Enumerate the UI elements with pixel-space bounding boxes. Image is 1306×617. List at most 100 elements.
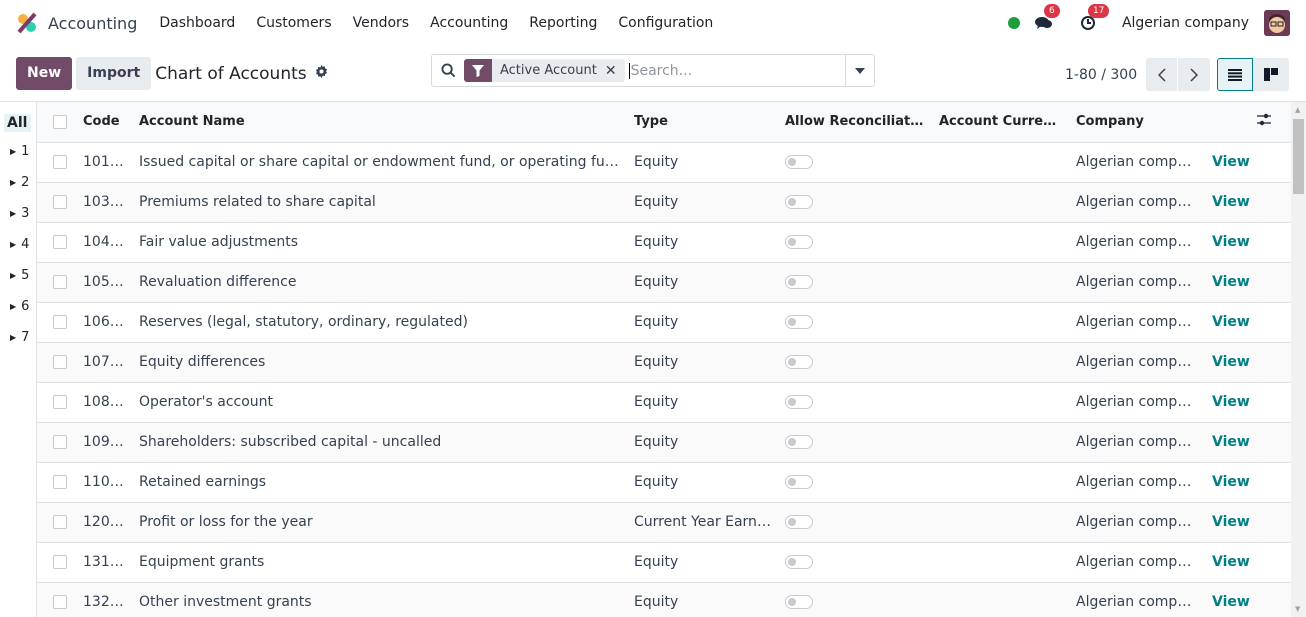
- side-panel-item[interactable]: ▶ 3: [0, 198, 36, 229]
- row-checkbox[interactable]: [53, 315, 67, 329]
- reconcile-toggle[interactable]: [785, 555, 813, 569]
- view-button[interactable]: View: [1212, 354, 1250, 370]
- row-checkbox[interactable]: [53, 195, 67, 209]
- table-row[interactable]: 1090... Shareholders: subscribed capital …: [37, 422, 1291, 463]
- company-switcher[interactable]: Algerian company: [1122, 15, 1249, 31]
- cell-currency: [932, 182, 1069, 223]
- table-row[interactable]: 1050... Revaluation difference Equity Alger…: [37, 262, 1291, 303]
- accounting-logo-icon[interactable]: [16, 12, 38, 34]
- pager-value[interactable]: 1-80 / 300: [1065, 67, 1137, 83]
- new-button[interactable]: New: [16, 57, 73, 90]
- scroll-thumb[interactable]: [1293, 119, 1304, 194]
- select-all-checkbox[interactable]: [53, 114, 67, 129]
- view-button[interactable]: View: [1212, 314, 1250, 330]
- row-checkbox[interactable]: [53, 275, 67, 289]
- menu-customers[interactable]: Customers: [256, 15, 331, 31]
- row-checkbox[interactable]: [53, 355, 67, 369]
- search-input[interactable]: [628, 62, 845, 79]
- reconcile-toggle[interactable]: [785, 155, 813, 169]
- reconcile-toggle[interactable]: [785, 275, 813, 289]
- view-button[interactable]: View: [1212, 154, 1250, 170]
- caret-right-icon: ▶: [10, 302, 17, 311]
- side-panel-item[interactable]: ▶ 5: [0, 260, 36, 291]
- control-panel: New Import Chart of Accounts Active Acco…: [0, 46, 1306, 102]
- reconcile-toggle[interactable]: [785, 595, 813, 609]
- view-button[interactable]: View: [1212, 194, 1250, 210]
- search-icon[interactable]: [432, 63, 464, 78]
- table-row[interactable]: 1040... Fair value adjustments Equity Alger…: [37, 222, 1291, 263]
- reconcile-toggle[interactable]: [785, 435, 813, 449]
- list-view-button[interactable]: [1217, 58, 1253, 91]
- view-button[interactable]: View: [1212, 234, 1250, 250]
- pager-previous-button[interactable]: [1146, 58, 1179, 91]
- activities-button[interactable]: 17: [1078, 4, 1110, 33]
- column-header-reconcile[interactable]: Allow Reconciliati...: [778, 102, 932, 143]
- table-row[interactable]: 1200... Profit or loss for the year Curren…: [37, 502, 1291, 543]
- reconcile-toggle[interactable]: [785, 515, 813, 529]
- user-avatar[interactable]: [1264, 10, 1290, 36]
- pager-next-button[interactable]: [1178, 58, 1211, 91]
- cell-code: 1030...: [76, 182, 132, 223]
- row-checkbox[interactable]: [53, 155, 67, 169]
- table-row[interactable]: 1080... Operator's account Equity Algerian …: [37, 382, 1291, 423]
- side-panel-item[interactable]: ▶ 4: [0, 229, 36, 260]
- table-row[interactable]: 1010... Issued capital or share capital o…: [37, 142, 1291, 183]
- view-button[interactable]: View: [1212, 594, 1250, 610]
- search-bar: Active Account ✕: [431, 54, 875, 87]
- side-panel-item[interactable]: ▶ 6: [0, 291, 36, 322]
- row-checkbox[interactable]: [53, 595, 67, 609]
- menu-vendors[interactable]: Vendors: [353, 15, 409, 31]
- row-checkbox[interactable]: [53, 395, 67, 409]
- side-panel-item[interactable]: ▶ 2: [0, 167, 36, 198]
- messages-button[interactable]: 6: [1034, 4, 1060, 33]
- import-button[interactable]: Import: [76, 57, 152, 90]
- view-button[interactable]: View: [1212, 554, 1250, 570]
- vertical-scrollbar[interactable]: ▲ ▼: [1291, 102, 1306, 617]
- cell-name: Equipment grants: [132, 542, 627, 583]
- menu-configuration[interactable]: Configuration: [618, 15, 713, 31]
- view-button[interactable]: View: [1212, 434, 1250, 450]
- cell-type: Equity: [627, 462, 778, 503]
- side-panel-all[interactable]: All: [4, 114, 31, 132]
- menu-reporting[interactable]: Reporting: [529, 15, 597, 31]
- table-row[interactable]: 1100... Retained earnings Equity Algerian c…: [37, 462, 1291, 503]
- view-button[interactable]: View: [1212, 394, 1250, 410]
- row-checkbox[interactable]: [53, 555, 67, 569]
- kanban-view-button[interactable]: [1253, 58, 1289, 91]
- facet-remove-icon[interactable]: ✕: [605, 63, 625, 79]
- menu-accounting[interactable]: Accounting: [430, 15, 508, 31]
- column-header-currency[interactable]: Account Currency: [932, 102, 1069, 143]
- gear-icon[interactable]: [315, 65, 328, 82]
- row-checkbox[interactable]: [53, 435, 67, 449]
- reconcile-toggle[interactable]: [785, 235, 813, 249]
- column-header-code[interactable]: Code: [76, 102, 132, 143]
- search-options-toggle[interactable]: [845, 55, 874, 86]
- table-row[interactable]: 1070... Equity differences Equity Algerian …: [37, 342, 1291, 383]
- column-header-company[interactable]: Company: [1069, 102, 1205, 143]
- view-button[interactable]: View: [1212, 474, 1250, 490]
- reconcile-toggle[interactable]: [785, 395, 813, 409]
- kanban-icon: [1264, 68, 1278, 81]
- menu-dashboard[interactable]: Dashboard: [159, 15, 235, 31]
- scroll-up-arrow[interactable]: ▲: [1295, 106, 1300, 114]
- row-checkbox[interactable]: [53, 475, 67, 489]
- view-button[interactable]: View: [1212, 274, 1250, 290]
- table-row[interactable]: 1060... Reserves (legal, statutory, ordin…: [37, 302, 1291, 343]
- scroll-down-arrow[interactable]: ▼: [1295, 605, 1300, 613]
- reconcile-toggle[interactable]: [785, 355, 813, 369]
- side-panel-item[interactable]: ▶ 7: [0, 322, 36, 353]
- view-button[interactable]: View: [1212, 514, 1250, 530]
- table-row[interactable]: 1030... Premiums related to share capital…: [37, 182, 1291, 223]
- column-header-name[interactable]: Account Name: [132, 102, 627, 143]
- row-checkbox[interactable]: [53, 515, 67, 529]
- optional-columns-icon[interactable]: [1257, 114, 1271, 130]
- table-row[interactable]: 1320... Other investment grants Equity Alge…: [37, 582, 1291, 617]
- column-header-type[interactable]: Type: [627, 102, 778, 143]
- app-name[interactable]: Accounting: [48, 14, 137, 33]
- row-checkbox[interactable]: [53, 235, 67, 249]
- side-panel-item[interactable]: ▶ 1: [0, 136, 36, 167]
- reconcile-toggle[interactable]: [785, 475, 813, 489]
- table-row[interactable]: 1310... Equipment grants Equity Algerian co…: [37, 542, 1291, 583]
- reconcile-toggle[interactable]: [785, 315, 813, 329]
- reconcile-toggle[interactable]: [785, 195, 813, 209]
